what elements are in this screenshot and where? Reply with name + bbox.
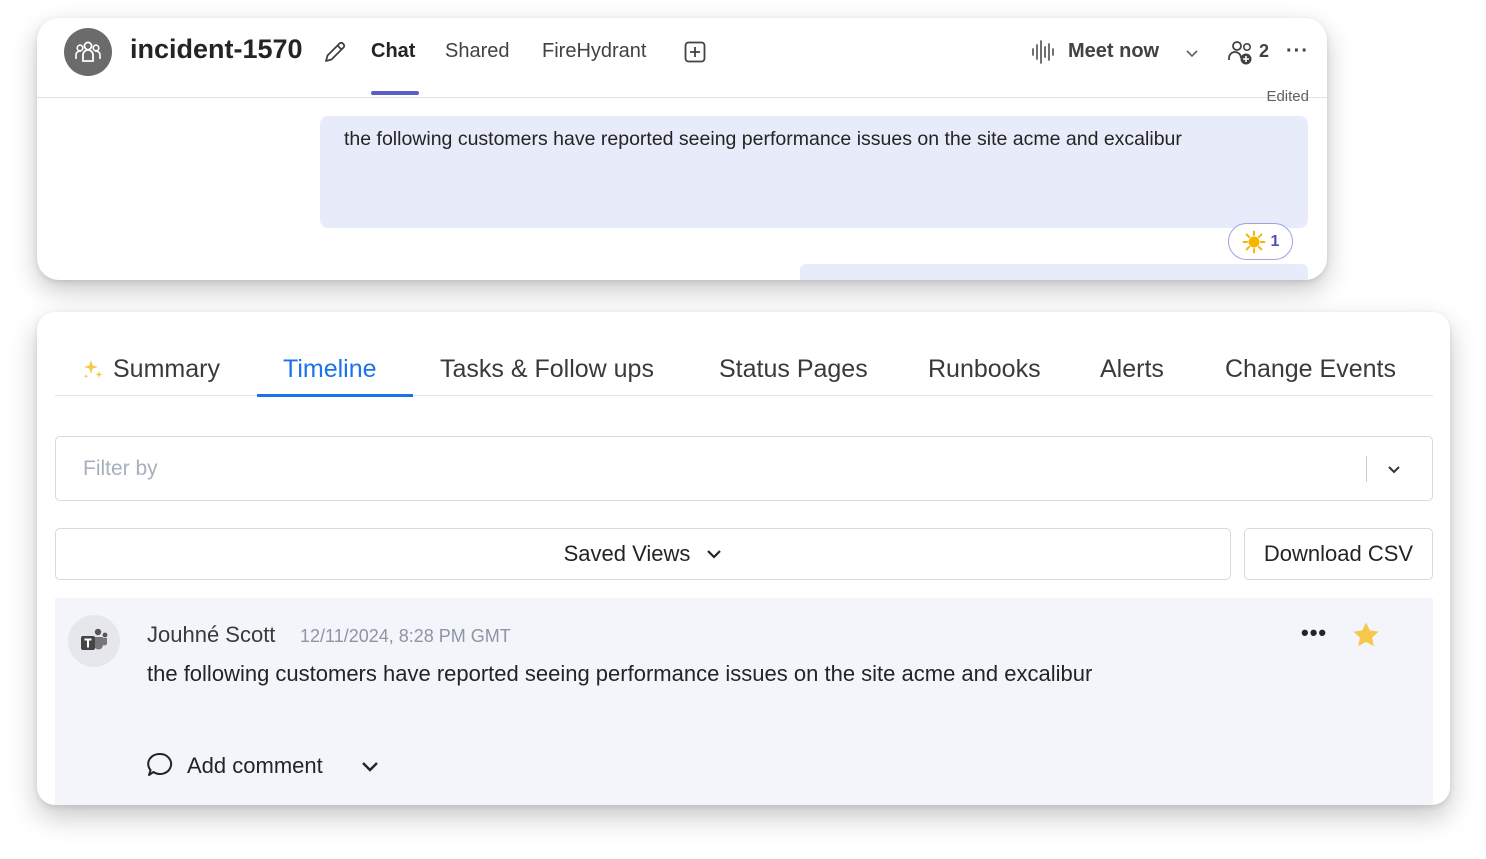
download-csv-button[interactable]: Download CSV — [1244, 528, 1433, 580]
teams-app-avatar — [68, 615, 120, 667]
saved-views-button[interactable]: Saved Views — [55, 528, 1231, 580]
meet-now-button[interactable]: Meet now — [1068, 40, 1159, 63]
participants-count[interactable]: 2 — [1259, 41, 1269, 62]
reaction-badge[interactable]: 1 — [1228, 223, 1293, 260]
sun-emoji-icon — [1242, 230, 1266, 253]
filter-select[interactable] — [55, 436, 1433, 501]
entry-more-options-icon[interactable]: ••• — [1301, 620, 1327, 646]
teams-logo-icon — [81, 628, 108, 650]
entry-timestamp: 12/11/2024, 8:28 PM GMT — [300, 626, 511, 646]
filter-divider — [1366, 456, 1367, 482]
tab-tasks-follow-ups[interactable]: Tasks & Follow ups — [440, 355, 654, 384]
channel-header: incident-1570 Chat Shared FireHydrant Me… — [37, 18, 1327, 98]
tab-status-pages[interactable]: Status Pages — [719, 355, 868, 384]
add-tab-icon[interactable] — [683, 40, 707, 64]
filter-input[interactable] — [56, 437, 1346, 500]
sparkle-icon — [83, 360, 103, 379]
team-avatar[interactable] — [64, 28, 112, 76]
chevron-down-icon[interactable] — [360, 759, 380, 775]
incident-tabs: Summary Timeline Tasks & Follow ups Stat… — [55, 312, 1433, 397]
chevron-down-icon — [707, 550, 722, 559]
star-icon[interactable] — [1351, 620, 1381, 650]
chevron-down-icon[interactable] — [1386, 461, 1402, 477]
tab-timeline[interactable]: Timeline — [283, 355, 377, 384]
teams-chat-panel: incident-1570 Chat Shared FireHydrant Me… — [37, 18, 1327, 280]
saved-views-label: Saved Views — [563, 541, 691, 566]
tab-alerts[interactable]: Alerts — [1100, 355, 1164, 384]
entry-author: Jouhné Scott — [147, 622, 276, 647]
tab-chat[interactable]: Chat — [371, 40, 415, 63]
reaction-count: 1 — [1270, 232, 1280, 250]
comment-bubble-icon[interactable] — [146, 751, 174, 779]
active-tab-indicator — [371, 91, 419, 95]
tab-shared[interactable]: Shared — [445, 40, 510, 63]
participants-icon[interactable] — [1227, 38, 1257, 68]
chevron-down-icon[interactable] — [1185, 46, 1199, 60]
firehydrant-panel: Summary Timeline Tasks & Follow ups Stat… — [37, 312, 1450, 805]
next-chat-message[interactable] — [800, 264, 1308, 280]
active-tab-indicator — [257, 394, 413, 397]
pencil-edit-icon[interactable] — [321, 38, 349, 66]
meet-audio-wave-icon[interactable] — [1030, 38, 1056, 66]
team-people-icon — [75, 41, 101, 62]
more-options-icon[interactable]: ··· — [1286, 40, 1309, 63]
tab-summary[interactable]: Summary — [113, 355, 220, 384]
tab-change-events[interactable]: Change Events — [1225, 355, 1396, 384]
chat-message[interactable]: the following customers have reported se… — [320, 116, 1308, 228]
edited-label: Edited — [1266, 88, 1309, 105]
channel-title: incident-1570 — [130, 34, 303, 64]
entry-text: the following customers have reported se… — [147, 661, 1093, 686]
add-comment-button[interactable]: Add comment — [187, 753, 323, 779]
message-text: the following customers have reported se… — [344, 128, 1182, 150]
tab-firehydrant[interactable]: FireHydrant — [542, 40, 646, 63]
tab-runbooks[interactable]: Runbooks — [928, 355, 1041, 384]
timeline-entry: Jouhné Scott 12/11/2024, 8:28 PM GMT the… — [55, 598, 1433, 805]
